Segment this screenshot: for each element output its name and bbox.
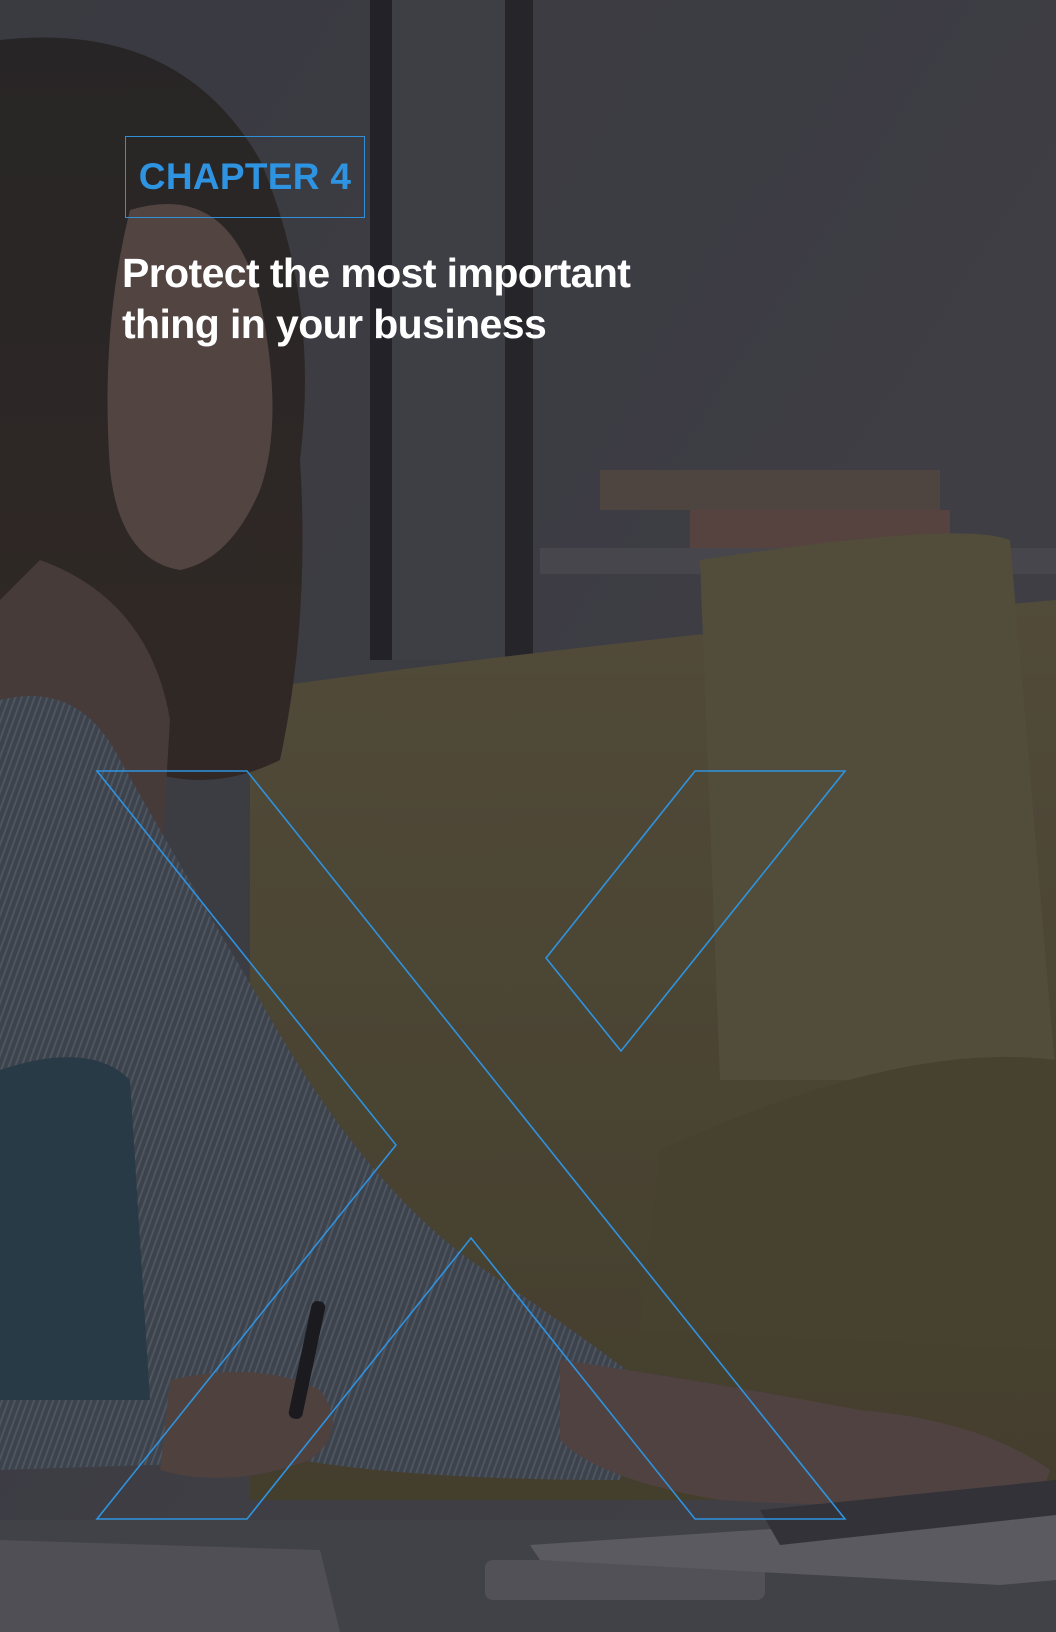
chapter-label: CHAPTER 4: [138, 156, 352, 197]
chapter-badge: CHAPTER 4: [125, 136, 365, 218]
chapter-title-line-2: thing in your business: [122, 301, 547, 347]
chapter-cover-page: CHAPTER 4 Protect the most important thi…: [0, 0, 1056, 1632]
x-logo-top-right-stroke: [544, 770, 847, 1053]
x-logo-left-stroke: [95, 770, 847, 1520]
chapter-title: Protect the most important thing in your…: [122, 248, 682, 350]
x-logo-outline: [95, 770, 847, 1520]
chapter-title-line-1: Protect the most important: [122, 250, 631, 296]
